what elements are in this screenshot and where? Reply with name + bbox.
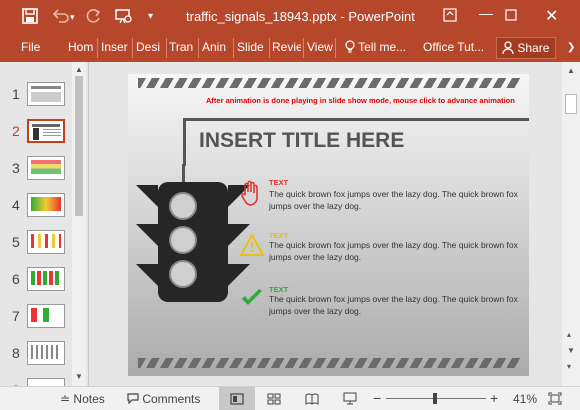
slide-thumbnail[interactable]: 5 xyxy=(10,230,70,254)
slideshow-view-icon[interactable] xyxy=(343,392,357,408)
slide-thumbnail[interactable]: 4 xyxy=(10,193,70,217)
zoom-slider-thumb[interactable] xyxy=(433,393,437,404)
slide-thumbnail[interactable]: 9 xyxy=(10,378,70,386)
item-text-go: The quick brown fox jumps over the lazy … xyxy=(269,294,518,316)
stop-hand-icon xyxy=(240,179,262,212)
normal-view-icon xyxy=(230,393,244,405)
share-label: Share xyxy=(517,41,550,55)
traffic-light-icon xyxy=(136,182,250,302)
title-bar: ▾ ▾ traffic_signals_18943.pptx - PowerPo… xyxy=(0,0,580,34)
item-text-warning: The quick brown fox jumps over the lazy … xyxy=(269,240,518,262)
notes-button[interactable]: ≐ Notes xyxy=(60,392,105,406)
person-icon xyxy=(502,41,517,55)
maximize-icon[interactable] xyxy=(505,8,517,24)
scroll-up-icon[interactable]: ▲ xyxy=(567,66,575,75)
slide-thumbnail[interactable]: 6 xyxy=(10,267,70,291)
pane-divider[interactable] xyxy=(88,62,89,386)
save-icon[interactable] xyxy=(22,8,38,29)
tab-transitions[interactable]: Tran xyxy=(169,40,196,54)
ribbon-display-options-icon[interactable] xyxy=(443,8,457,25)
tab-view[interactable]: View xyxy=(307,40,333,54)
lightbulb-icon xyxy=(345,40,358,54)
slide-thumbnail-selected[interactable]: 2 xyxy=(10,119,70,143)
tab-file[interactable]: File xyxy=(21,40,40,54)
slide-scrollbar[interactable]: ▲ ▴ ▼ ▾ xyxy=(562,62,580,386)
tab-animations[interactable]: Anin xyxy=(202,40,231,54)
minimize-icon[interactable]: — xyxy=(479,5,493,21)
checkmark-icon xyxy=(240,288,264,313)
scroll-down-icon[interactable]: ▼ xyxy=(75,372,83,381)
redo-icon[interactable] xyxy=(86,8,102,29)
undo-dropdown-icon[interactable]: ▾ xyxy=(70,8,75,26)
animation-note: After animation is done playing in slide… xyxy=(206,96,515,105)
tab-insert[interactable]: Inser xyxy=(101,40,130,54)
scrollbar-thumb[interactable] xyxy=(75,76,83,216)
zoom-level[interactable]: 41% xyxy=(513,392,537,406)
reading-view-icon[interactable] xyxy=(305,393,319,408)
zoom-slider[interactable] xyxy=(386,393,486,404)
signal-pole xyxy=(182,164,185,184)
slide-canvas[interactable]: After animation is done playing in slide… xyxy=(128,74,529,376)
status-bar: ≐ Notes Comments − + 41% xyxy=(0,386,580,410)
collapse-ribbon-icon[interactable]: ❯ xyxy=(567,42,575,53)
close-icon[interactable]: ✕ xyxy=(545,6,558,26)
previous-slide-icon[interactable]: ▴ xyxy=(567,330,571,339)
top-stripe-band xyxy=(138,78,520,88)
tab-review[interactable]: Revie xyxy=(272,40,301,54)
slide-thumbnail[interactable]: 8 xyxy=(10,341,70,365)
tab-design[interactable]: Desi xyxy=(136,40,164,54)
fit-slide-icon[interactable] xyxy=(548,392,562,408)
next-slide-icon[interactable]: ▾ xyxy=(567,362,571,371)
tell-me-label: Tell me... xyxy=(358,40,407,54)
customize-toolbar-icon[interactable]: ▾ xyxy=(148,8,153,26)
scroll-up-icon[interactable]: ▲ xyxy=(75,65,83,74)
zoom-in-button[interactable]: + xyxy=(490,390,498,406)
item-text-stop: The quick brown fox jumps over the lazy … xyxy=(269,189,518,211)
item-heading-stop: TEXT xyxy=(269,178,289,187)
comments-button[interactable]: Comments xyxy=(127,392,200,406)
tab-slideshow[interactable]: Slide xyxy=(237,40,267,54)
comment-icon xyxy=(127,392,142,406)
slide-thumbnail[interactable]: 7 xyxy=(10,304,70,328)
warning-icon xyxy=(239,233,265,262)
scrollbar-thumb[interactable] xyxy=(565,94,577,114)
ribbon-tabs: File Hom Inser Desi Tran Anin Slide Revi… xyxy=(0,34,580,62)
share-button[interactable]: Share xyxy=(496,37,556,59)
notes-label: Notes xyxy=(73,392,105,406)
slide-thumbnail[interactable]: 1 xyxy=(10,82,70,106)
normal-view-button[interactable] xyxy=(219,387,255,410)
tab-office-tutorials[interactable]: Office Tut... xyxy=(423,40,484,54)
notes-icon: ≐ xyxy=(60,392,71,406)
tab-home[interactable]: Hom xyxy=(68,40,95,54)
scroll-down-icon[interactable]: ▼ xyxy=(567,346,575,355)
slide-thumbnail[interactable]: 3 xyxy=(10,156,70,180)
undo-icon[interactable] xyxy=(52,8,70,29)
tell-me-search[interactable]: Tell me... xyxy=(345,40,406,54)
thumbnail-scrollbar[interactable]: ▲ ▼ xyxy=(72,62,86,386)
slide-sorter-icon[interactable] xyxy=(267,393,281,408)
bottom-stripe-band xyxy=(138,358,520,368)
window-title: traffic_signals_18943.pptx - PowerPoint xyxy=(186,9,415,24)
zoom-out-button[interactable]: − xyxy=(373,390,381,406)
slide-title[interactable]: INSERT TITLE HERE xyxy=(199,129,404,153)
comments-label: Comments xyxy=(142,392,201,406)
present-from-beginning-icon[interactable] xyxy=(115,8,133,29)
